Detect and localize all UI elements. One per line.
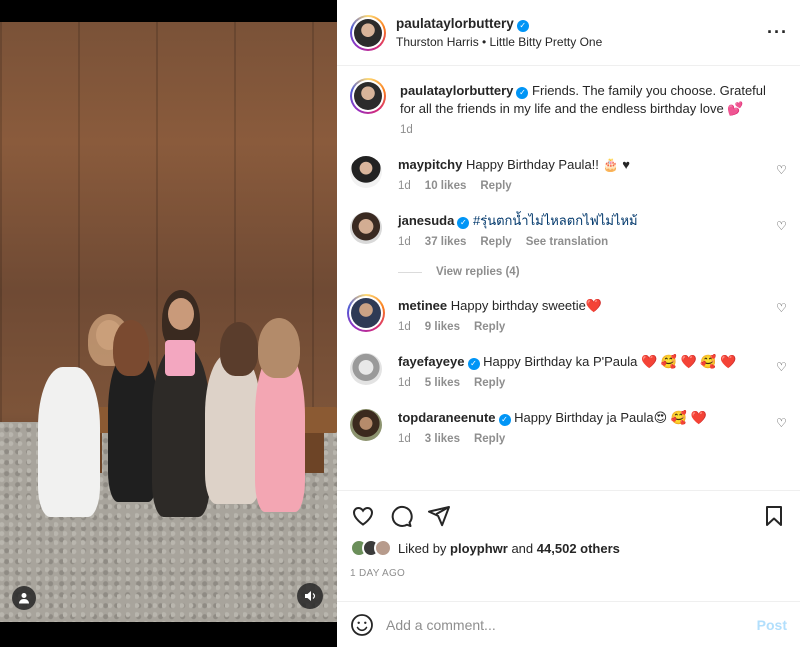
comment-item: fayefayeye ✓ Happy Birthday ka P'Paula ❤️… — [350, 353, 788, 389]
comment-time[interactable]: 1d — [398, 236, 411, 248]
like-button[interactable] — [350, 503, 376, 529]
comment-time[interactable]: 1d — [398, 433, 411, 445]
speaker-icon — [304, 591, 315, 601]
person-hair — [113, 320, 149, 376]
caption-time[interactable]: 1d — [400, 124, 413, 136]
person-head — [168, 298, 194, 330]
post-caption: paulataylorbuttery ✓ Friends. The family … — [350, 78, 788, 136]
likes-summary: Liked by ployphwr and 44,502 others — [350, 539, 787, 557]
comment-username[interactable]: fayefayeye — [398, 354, 465, 369]
commenter-avatar[interactable] — [350, 212, 382, 244]
commenter-avatar[interactable] — [347, 294, 385, 332]
reply-button[interactable]: Reply — [474, 433, 505, 445]
post-header: paulataylorbuttery ✓ Thurston Harris • Li… — [337, 0, 800, 66]
like-comment-heart-icon[interactable]: ♡ — [776, 417, 788, 429]
user-icon — [19, 593, 29, 604]
commenter-avatar[interactable] — [350, 409, 382, 441]
comment-item: maypitchy Happy Birthday Paula!! 🎂 ♥ 1d … — [350, 156, 788, 192]
see-translation-button[interactable]: See translation — [526, 236, 608, 248]
liked-by-and: and — [511, 540, 534, 556]
post-timestamp[interactable]: 1 DAY AGO — [350, 568, 787, 579]
comment-username[interactable]: maypitchy — [398, 157, 462, 172]
comment-text: Happy birthday sweetie❤️ — [450, 298, 603, 313]
comment-time[interactable]: 1d — [398, 377, 411, 389]
comment-input[interactable] — [386, 616, 757, 633]
caption-username[interactable]: paulataylorbuttery — [400, 83, 513, 98]
reply-button[interactable]: Reply — [474, 377, 505, 389]
view-replies-label: View replies (4) — [436, 266, 520, 278]
comment-time[interactable]: 1d — [398, 321, 411, 333]
liked-by-user[interactable]: ployphwr — [450, 541, 508, 556]
media-panel — [0, 0, 337, 647]
view-replies-button[interactable]: View replies (4) — [398, 266, 788, 278]
comment-item: topdaraneenute ✓ Happy Birthday ja Paula😍… — [350, 409, 788, 445]
post-photo[interactable] — [0, 22, 337, 622]
paper-plane-icon — [428, 506, 450, 527]
person — [38, 367, 100, 517]
caption-author-avatar[interactable] — [350, 78, 386, 114]
verified-badge-icon: ✓ — [516, 87, 529, 99]
like-comment-heart-icon[interactable]: ♡ — [776, 361, 788, 373]
audio-track-link[interactable]: Thurston Harris • Little Bitty Pretty On… — [396, 35, 767, 49]
author-username[interactable]: paulataylorbuttery — [396, 16, 514, 31]
comment-item: janesuda ✓ #รุ่นตกน้ำไม่ไหลตกไฟไม่ไหม้ 1d… — [350, 212, 788, 248]
verified-badge-icon: ✓ — [516, 20, 529, 32]
comment-username[interactable]: topdaraneenute — [398, 410, 496, 425]
post-comment-button[interactable]: Post — [757, 617, 787, 633]
like-comment-heart-icon[interactable]: ♡ — [776, 302, 788, 314]
comment-likes[interactable]: 5 likes — [425, 377, 460, 389]
reply-button[interactable]: Reply — [474, 321, 505, 333]
birthday-cake — [165, 340, 195, 376]
comment-username[interactable]: metinee — [398, 298, 447, 313]
replies-divider — [398, 271, 422, 273]
comment-time[interactable]: 1d — [398, 180, 411, 192]
instagram-post-modal: paulataylorbuttery ✓ Thurston Harris • Li… — [0, 0, 800, 647]
save-button[interactable] — [761, 503, 787, 529]
comment-text: Happy Birthday Paula!! 🎂 ♥ — [465, 157, 631, 172]
post-details-panel: paulataylorbuttery ✓ Thurston Harris • Li… — [337, 0, 800, 647]
like-comment-heart-icon[interactable]: ♡ — [776, 220, 788, 232]
add-comment-bar: Post — [337, 601, 800, 647]
reply-button[interactable]: Reply — [480, 180, 511, 192]
verified-badge-icon: ✓ — [467, 358, 480, 370]
comments-list: paulataylorbuttery ✓ Friends. The family … — [337, 66, 800, 490]
commenter-avatar[interactable] — [350, 156, 382, 188]
comment-likes[interactable]: 9 likes — [425, 321, 460, 333]
author-avatar[interactable] — [350, 14, 386, 51]
liked-by-count[interactable]: 44,502 others — [537, 541, 620, 556]
comment-text: Happy Birthday ka P'Paula ❤️ 🥰 ❤️ 🥰 ❤️ — [483, 354, 737, 369]
comment-button[interactable] — [388, 503, 414, 529]
comment-likes[interactable]: 3 likes — [425, 433, 460, 445]
verified-badge-icon: ✓ — [457, 217, 470, 229]
comment-username[interactable]: janesuda — [398, 213, 454, 228]
bookmark-icon — [766, 506, 782, 526]
liker-avatar[interactable] — [374, 539, 392, 557]
like-comment-heart-icon[interactable]: ♡ — [776, 164, 788, 176]
commenter-avatar[interactable] — [350, 353, 382, 385]
comment-hashtag[interactable]: #รุ่นตกน้ำไม่ไหลตกไฟไม่ไหม้ — [473, 213, 638, 228]
heart-icon — [352, 506, 374, 526]
tagged-users-button[interactable] — [12, 586, 36, 610]
comment-likes[interactable]: 37 likes — [425, 236, 467, 248]
liked-by-prefix: Liked by — [398, 540, 447, 556]
audio-toggle-button[interactable] — [297, 583, 323, 609]
comment-bubble-icon — [391, 506, 413, 527]
comment-item: metinee Happy birthday sweetie❤️ 1d 9 li… — [347, 294, 788, 333]
post-actions: Liked by ployphwr and 44,502 others 1 DA… — [337, 490, 800, 612]
reply-button[interactable]: Reply — [480, 236, 511, 248]
share-button[interactable] — [426, 503, 452, 529]
comment-likes[interactable]: 10 likes — [425, 180, 467, 192]
person-hair — [258, 318, 300, 378]
emoji-icon[interactable] — [350, 613, 374, 637]
person-hair — [220, 322, 258, 376]
comment-text: Happy Birthday ja Paula😍 🥰 ❤️ — [514, 410, 707, 425]
person — [205, 354, 261, 504]
more-options-icon[interactable]: ··· — [767, 22, 788, 43]
verified-badge-icon: ✓ — [498, 414, 511, 426]
